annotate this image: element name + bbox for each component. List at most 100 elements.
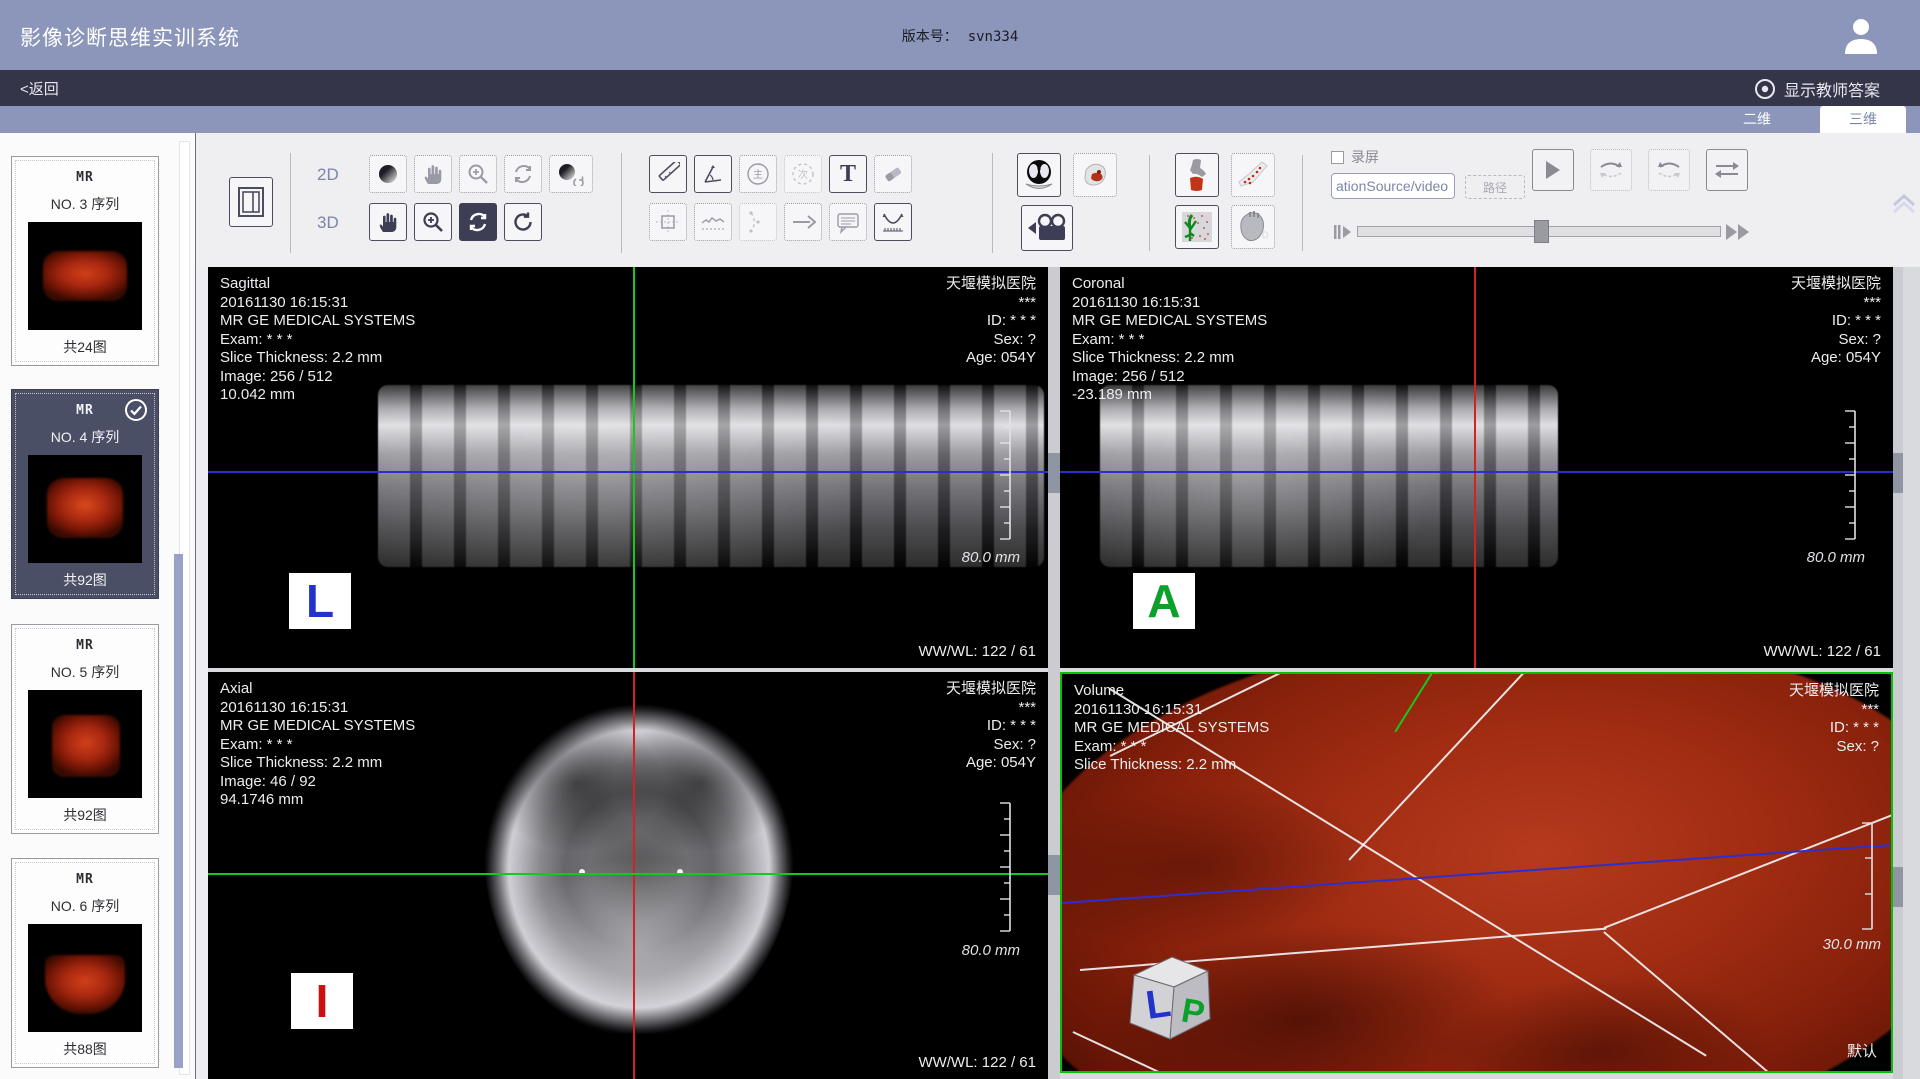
tab-2d[interactable]: 二维: [1714, 106, 1800, 133]
arrow-icon: [790, 209, 816, 235]
step-play-icon[interactable]: [1333, 223, 1353, 241]
curve-measure-tool-button[interactable]: [874, 203, 912, 241]
mid-slice-scrollbar-track[interactable]: [1048, 267, 1060, 1079]
zoom-3d-button[interactable]: [414, 203, 452, 241]
viewport-sagittal[interactable]: Sagittal20161130 16:15:31MR GE MEDICAL S…: [208, 267, 1048, 668]
overlay-right: 天堰模拟医院***ID: * * *Sex: ?Age: 054Y: [946, 680, 1036, 773]
series-card-no3[interactable]: MR NO. 3 序列 共24图: [11, 156, 159, 366]
version-label: 版本号：: [902, 28, 958, 44]
scale-bracket: [1859, 822, 1875, 930]
rotate-3d-button[interactable]: [459, 203, 497, 241]
roi-secondary-icon: 次: [790, 161, 816, 187]
mode-3d-label: 3D: [317, 213, 339, 233]
version-info: 版本号： svn334: [0, 26, 1920, 46]
vessel-tree-icon: [1180, 210, 1214, 244]
crosshair-horizontal-blue[interactable]: [1060, 471, 1893, 473]
magnifier-plus-icon: [467, 163, 489, 185]
overlay-left: Coronal20161130 16:15:31MR GE MEDICAL SY…: [1072, 275, 1267, 405]
series-name: NO. 4 序列: [12, 427, 158, 447]
skull-3d-icon: [1078, 158, 1112, 192]
eraser-tool-button[interactable]: [874, 155, 912, 193]
playback-slider-handle[interactable]: [1534, 220, 1549, 243]
fast-forward-icon[interactable]: [1724, 222, 1754, 242]
swap-direction-button[interactable]: [1706, 149, 1748, 191]
crosshair-vertical-green[interactable]: [633, 267, 635, 668]
zoom-2d-button[interactable]: [459, 155, 497, 193]
knee-bone-icon: [1180, 158, 1214, 192]
heart-icon: D: [1236, 210, 1270, 244]
viewport-volume-selected[interactable]: Volume20161130 16:15:31MR GE MEDICAL SYS…: [1060, 672, 1893, 1073]
crosshair-horizontal-blue[interactable]: [208, 471, 1048, 473]
layout-icon: [237, 186, 265, 218]
slice-scrollbar-thumb[interactable]: [1048, 453, 1060, 493]
preset-limb-button[interactable]: [1231, 153, 1275, 197]
render-preset-label: 默认: [1847, 1040, 1877, 1061]
lung-ct-icon: [1022, 158, 1056, 192]
cine-2d-button[interactable]: [504, 155, 542, 193]
reset-3d-button[interactable]: [504, 203, 542, 241]
scale-label: 80.0 mm: [962, 549, 1020, 566]
roi-main-tool-button[interactable]: 主: [739, 155, 777, 193]
preset-skull-button[interactable]: [1073, 153, 1117, 197]
user-avatar-icon[interactable]: [1840, 14, 1882, 56]
crosshair-horizontal-green[interactable]: [208, 873, 1048, 875]
viewport-coronal[interactable]: Coronal20161130 16:15:31MR GE MEDICAL SY…: [1060, 267, 1893, 668]
overlay-left: Volume20161130 16:15:31MR GE MEDICAL SYS…: [1074, 682, 1269, 775]
view-mode-tabs: 二维 三维: [0, 106, 1920, 133]
arc-tool-button[interactable]: [739, 203, 777, 241]
slice-scrollbar-thumb[interactable]: [1893, 453, 1903, 493]
pan-3d-button[interactable]: [369, 203, 407, 241]
comment-tool-button[interactable]: [829, 203, 867, 241]
right-slice-scrollbar-track[interactable]: [1893, 267, 1903, 1079]
show-teacher-answer-button[interactable]: 显示教师答案: [1754, 77, 1880, 101]
video-path-input[interactable]: [1331, 173, 1455, 199]
scale-ruler: [1841, 410, 1857, 540]
overlay-left: Axial20161130 16:15:31MR GE MEDICAL SYST…: [220, 680, 415, 810]
sidebar-scrollbar-track[interactable]: [179, 141, 190, 1075]
angle-tool-button[interactable]: [694, 155, 732, 193]
preset-heart-button[interactable]: D: [1231, 205, 1275, 249]
loop-forward-button[interactable]: [1590, 149, 1632, 191]
orientation-letter: L: [289, 573, 351, 629]
ruler-tool-button[interactable]: [649, 155, 687, 193]
viewport-axial[interactable]: Axial20161130 16:15:31MR GE MEDICAL SYST…: [208, 672, 1048, 1079]
pan-2d-button[interactable]: [414, 155, 452, 193]
eye-icon: [1754, 78, 1776, 100]
wwwl-2d-button[interactable]: [369, 155, 407, 193]
series-thumbnail: [28, 455, 142, 563]
roi-box-tool-button[interactable]: [649, 203, 687, 241]
play-button[interactable]: [1532, 149, 1574, 191]
crosshair-vertical-red[interactable]: [1474, 267, 1476, 668]
arrow-tool-button[interactable]: [784, 203, 822, 241]
series-card-no5[interactable]: MR NO. 5 序列 共92图: [11, 624, 159, 834]
loop-back-button[interactable]: [1648, 149, 1690, 191]
series-card-no4-selected[interactable]: MR NO. 4 序列 共92图: [11, 389, 159, 599]
back-button[interactable]: <返回: [20, 78, 59, 99]
series-count: 共92图: [12, 805, 158, 825]
preset-knee-button[interactable]: [1175, 153, 1219, 197]
path-button[interactable]: 路径: [1465, 175, 1525, 199]
series-card-no6[interactable]: MR NO. 6 序列 共88图: [11, 858, 159, 1068]
sidebar-scrollbar-thumb[interactable]: [174, 554, 183, 1068]
limb-bone-icon: [1236, 158, 1270, 192]
record-screen-checkbox[interactable]: 录屏: [1331, 147, 1379, 167]
version-value: svn334: [968, 29, 1019, 45]
tab-3d[interactable]: 三维: [1820, 106, 1906, 133]
scale-label: 30.0 mm: [1823, 936, 1881, 953]
preset-lung-button[interactable]: [1017, 153, 1061, 197]
crosshair-vertical-red[interactable]: [633, 672, 635, 1079]
export-video-button[interactable]: [1021, 205, 1073, 251]
slice-scrollbar-thumb[interactable]: [1048, 855, 1060, 895]
roi-secondary-tool-button[interactable]: 次: [784, 155, 822, 193]
roi-box-icon: [655, 209, 681, 235]
curve-tool-button[interactable]: [694, 203, 732, 241]
collapse-toolbar-chevron-icon[interactable]: [1891, 191, 1917, 215]
text-tool-button[interactable]: T: [829, 155, 867, 193]
layout-button[interactable]: [229, 177, 273, 227]
slice-scrollbar-thumb[interactable]: [1893, 867, 1903, 907]
preset-vessel-button[interactable]: [1175, 205, 1219, 249]
scale-ruler: [996, 410, 1012, 540]
cycle-arrows-icon: [512, 163, 534, 185]
wwwl-reset-2d-button[interactable]: [549, 155, 593, 193]
orientation-cube[interactable]: L P: [1114, 945, 1218, 1049]
